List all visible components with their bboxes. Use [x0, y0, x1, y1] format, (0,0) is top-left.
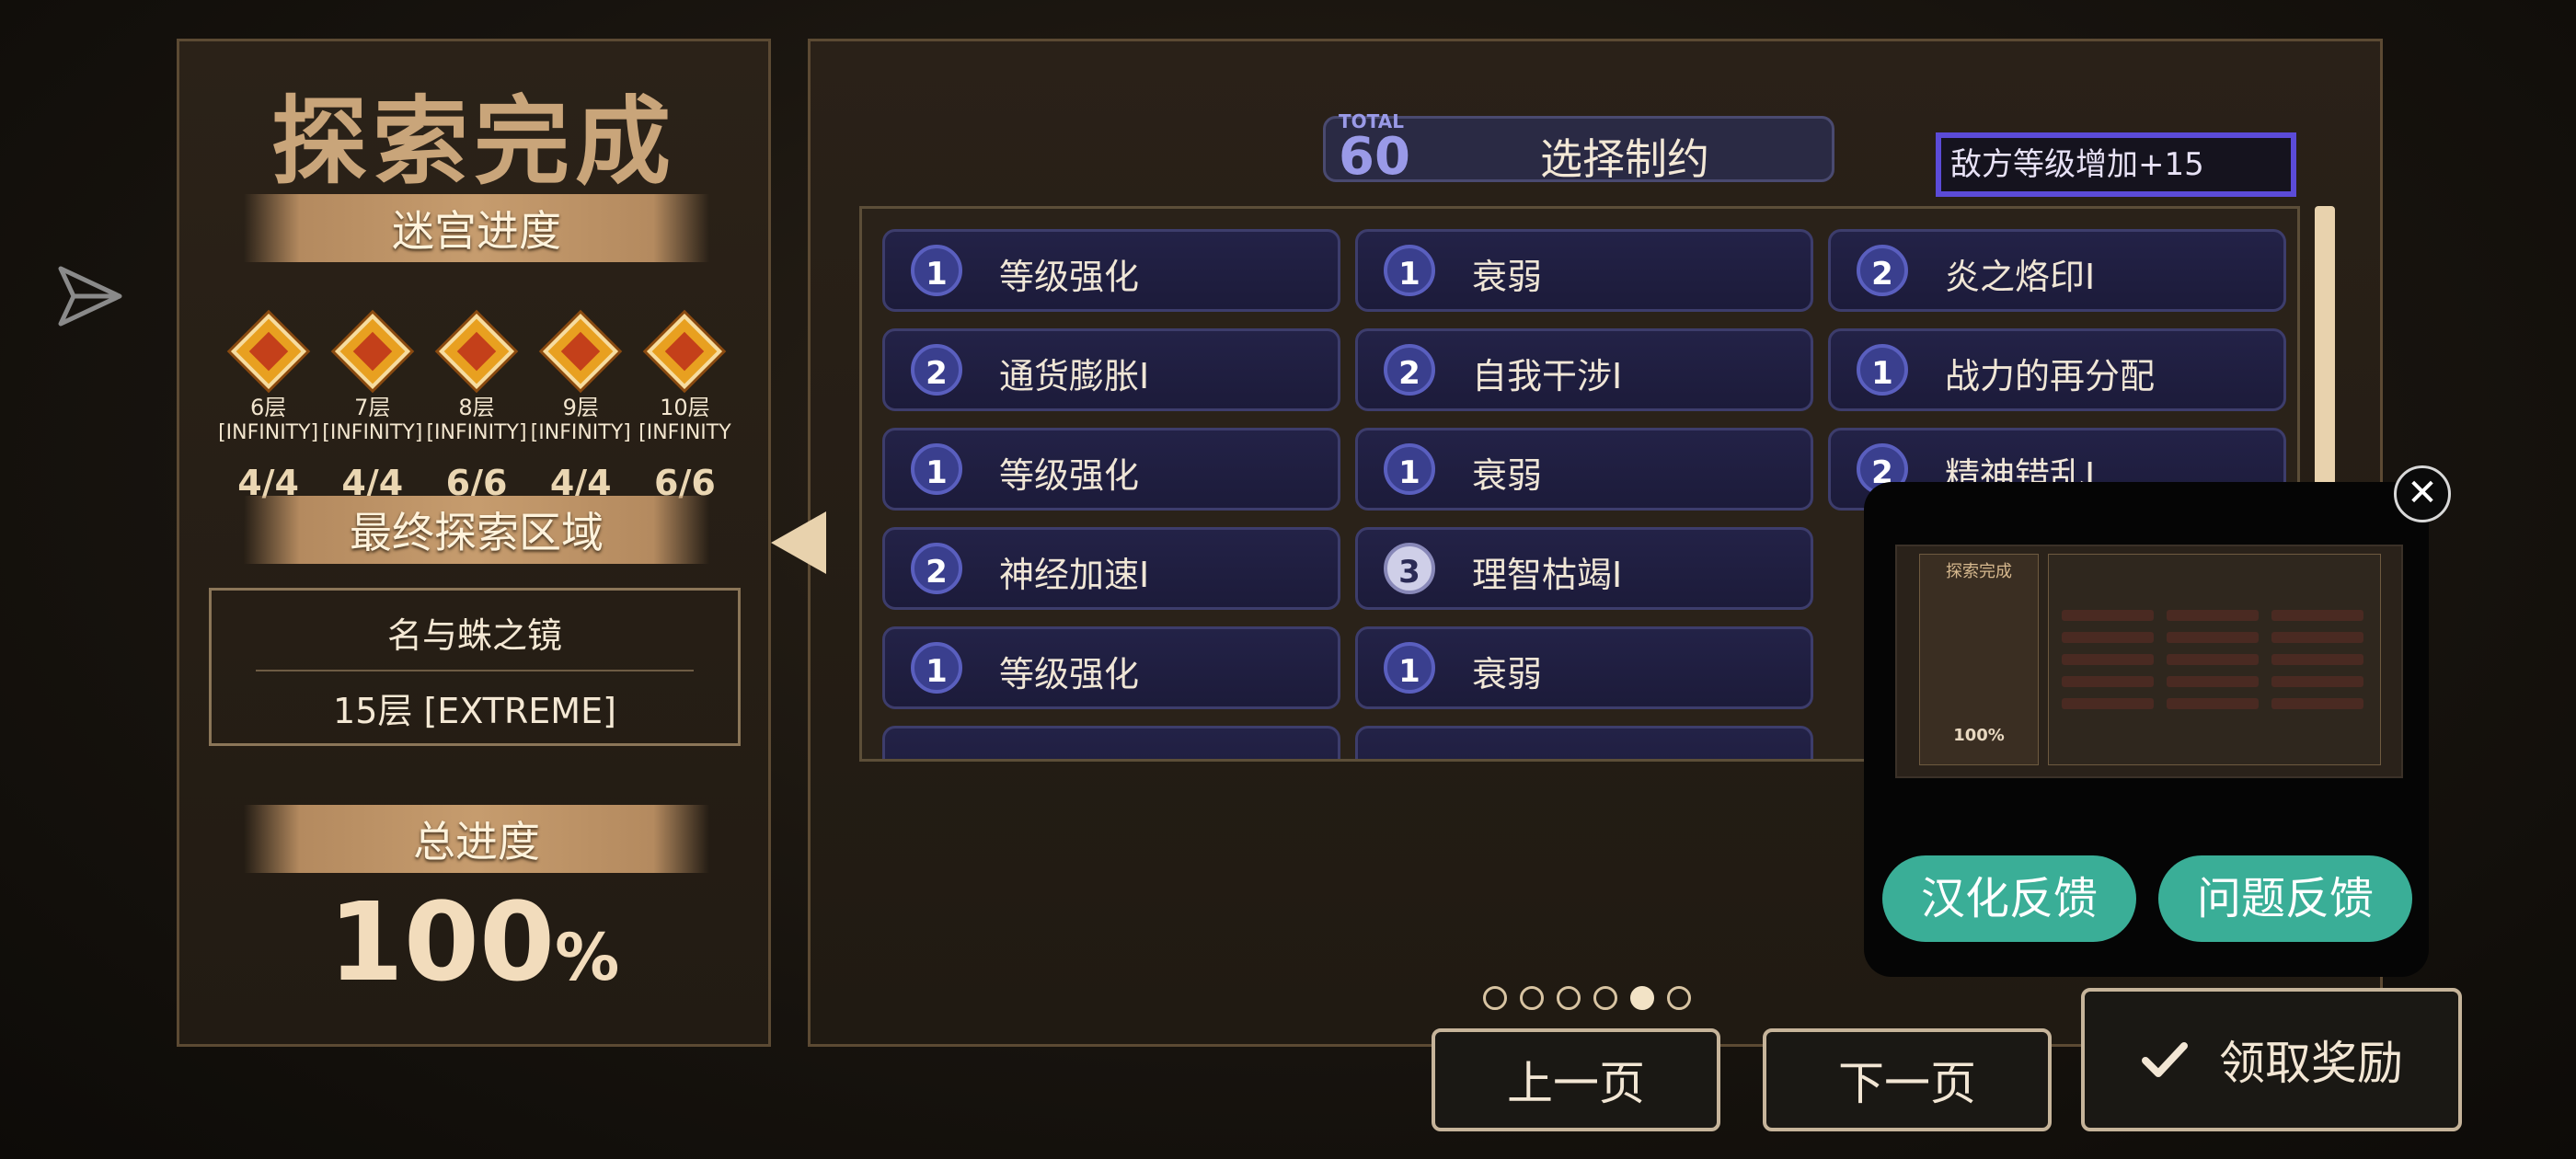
restriction-card[interactable]: 2 神经加速I	[882, 527, 1340, 610]
floor-difficulty: [INFINITY]	[426, 421, 527, 444]
page-left-arrow-icon[interactable]	[771, 511, 826, 574]
restriction-name: 衰弱	[1472, 654, 1543, 694]
restriction-name: 衰弱	[1472, 455, 1543, 496]
level-badge-icon: 1	[1857, 344, 1908, 396]
level-badge-icon: 1	[1384, 642, 1435, 694]
level-badge-icon: 1	[911, 245, 962, 296]
level-badge-icon: 1	[911, 642, 962, 694]
restriction-name: 等级强化	[999, 455, 1140, 496]
restriction-name: 衰弱	[1472, 257, 1543, 297]
page-dot[interactable]	[1557, 986, 1581, 1010]
total-progress-value: 100%	[328, 878, 620, 1005]
page-dot[interactable]	[1667, 986, 1691, 1010]
restriction-card-partial[interactable]	[882, 726, 1340, 759]
page-dot[interactable]	[1520, 986, 1544, 1010]
floor-difficulty: [INFINITY]	[218, 421, 319, 444]
floor-diamond-icon	[543, 313, 619, 390]
page-indicator	[1483, 986, 1691, 1010]
localization-feedback-button[interactable]: 汉化反馈	[1882, 855, 2136, 942]
floor-difficulty: [INFINITY]	[530, 421, 631, 444]
final-area-level: 15层 [EXTREME]	[333, 691, 616, 731]
select-restriction-header: TOTAL 60 选择制约	[1323, 111, 1834, 184]
floor-item: 7层 [INFINITY] 4/4	[320, 313, 424, 503]
floor-diamond-icon	[438, 313, 515, 390]
restriction-name: 等级强化	[999, 654, 1140, 694]
restriction-card[interactable]: 2 炎之烙印I	[1828, 229, 2286, 312]
floor-name: 7层	[354, 395, 391, 420]
restriction-card[interactable]: 1 衰弱	[1355, 229, 1813, 312]
restriction-name: 通货膨胀I	[999, 356, 1150, 396]
maze-progress-banner: 迷宫进度	[244, 194, 709, 262]
level-badge-icon: 1	[1384, 443, 1435, 495]
restriction-card[interactable]: 2 通货膨胀I	[882, 328, 1340, 411]
floor-name: 6层	[249, 395, 287, 420]
divider	[256, 670, 694, 671]
final-area-label: 最终探索区域	[350, 508, 604, 557]
restriction-name: 神经加速I	[999, 555, 1150, 595]
level-badge-icon: 2	[1384, 344, 1435, 396]
final-area-banner: 最终探索区域	[244, 496, 709, 564]
floor-item: 10层 [INFINITY 6/6	[633, 313, 737, 503]
floor-diamond-icon	[230, 313, 306, 390]
exploration-summary-panel: 探索完成 迷宫进度 6层 [INFINITY] 4/4 7层 [INFINITY…	[177, 39, 771, 1047]
restriction-card[interactable]: 2 自我干涉I	[1355, 328, 1813, 411]
level-badge-icon: 2	[1857, 245, 1908, 296]
close-icon[interactable]: ✕	[2394, 465, 2451, 522]
maze-progress-label: 迷宫进度	[392, 206, 561, 256]
final-area-box: 名与蛛之镜 15层 [EXTREME]	[209, 588, 741, 746]
restriction-card[interactable]: 1 衰弱	[1355, 626, 1813, 709]
restriction-name: 战力的再分配	[1945, 356, 2156, 396]
thumb-main-panel	[2048, 554, 2381, 765]
level-badge-icon: 3	[1384, 543, 1435, 594]
select-restriction-title: 选择制约	[1540, 134, 1709, 184]
total-progress-label: 总进度	[413, 817, 540, 866]
page-dot[interactable]	[1593, 986, 1617, 1010]
restriction-card[interactable]: 1 等级强化	[882, 229, 1340, 312]
restriction-card[interactable]: 1 等级强化	[882, 626, 1340, 709]
floor-item: 6层 [INFINITY] 4/4	[216, 313, 320, 503]
issue-feedback-button[interactable]: 问题反馈	[2158, 855, 2412, 942]
restriction-card[interactable]: 1 衰弱	[1355, 428, 1813, 511]
level-badge-icon: 2	[911, 344, 962, 396]
level-badge-icon: 1	[911, 443, 962, 495]
page-dot-active[interactable]	[1630, 986, 1654, 1010]
floor-name: 9层	[562, 395, 599, 420]
floor-name: 8层	[458, 395, 495, 420]
panel-title: 探索完成	[270, 86, 676, 198]
screenshot-thumbnail[interactable]: 探索完成 100%	[1895, 545, 2403, 778]
floor-item: 9层 [INFINITY] 4/4	[529, 313, 633, 503]
share-icon[interactable]	[53, 259, 127, 333]
floor-difficulty: [INFINITY]	[322, 421, 423, 444]
claim-reward-label: 领取奖励	[2219, 1037, 2403, 1090]
page-dot[interactable]	[1483, 986, 1507, 1010]
prev-page-button[interactable]: 上一页	[1432, 1028, 1720, 1131]
level-badge-icon: 2	[911, 543, 962, 594]
restriction-name: 炎之烙印I	[1945, 257, 2096, 297]
total-badge: TOTAL 60	[1339, 110, 1410, 187]
thumb-left-panel: 探索完成 100%	[1919, 554, 2039, 765]
floor-item: 8层 [INFINITY] 6/6	[424, 313, 528, 503]
restriction-card[interactable]: 1 战力的再分配	[1828, 328, 2286, 411]
floor-name: 10层	[660, 395, 710, 420]
restriction-card[interactable]: 3 理智枯竭I	[1355, 527, 1813, 610]
next-page-button[interactable]: 下一页	[1763, 1028, 2052, 1131]
enemy-level-info: 敌方等级增加+15	[1936, 132, 2296, 197]
claim-reward-button[interactable]: 领取奖励	[2081, 988, 2462, 1131]
check-icon	[2142, 1042, 2188, 1077]
total-progress-banner: 总进度	[244, 805, 709, 873]
restriction-name: 理智枯竭I	[1472, 555, 1623, 595]
floor-diamond-icon	[647, 313, 723, 390]
restriction-card[interactable]: 1 等级强化	[882, 428, 1340, 511]
restriction-name: 自我干涉I	[1472, 356, 1623, 396]
restriction-card-partial[interactable]	[1355, 726, 1813, 759]
restriction-name: 等级强化	[999, 257, 1140, 297]
floor-list: 6层 [INFINITY] 4/4 7层 [INFINITY] 4/4 8层 […	[216, 313, 737, 503]
floor-diamond-icon	[334, 313, 410, 390]
floor-difficulty: [INFINITY	[638, 421, 731, 444]
final-area-name: 名与蛛之镜	[386, 615, 562, 656]
level-badge-icon: 1	[1384, 245, 1435, 296]
